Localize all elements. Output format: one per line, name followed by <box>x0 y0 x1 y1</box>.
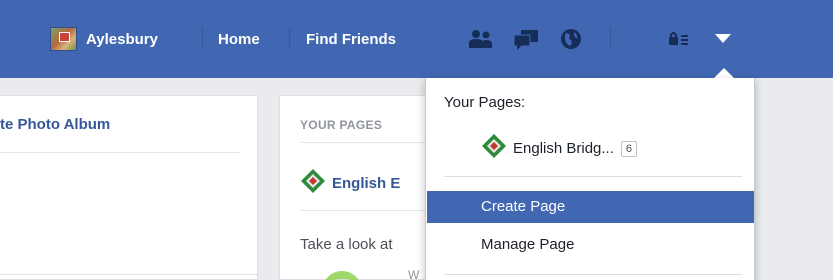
home-label: Home <box>218 30 260 48</box>
divider <box>444 274 742 275</box>
profile-link[interactable]: Aylesbury <box>50 26 158 52</box>
nav-separator <box>610 28 611 50</box>
profile-name: Aylesbury <box>86 30 158 48</box>
create-photo-album-link[interactable]: te Photo Album <box>0 116 110 133</box>
messages-icon[interactable] <box>511 26 541 52</box>
page-name: English E <box>332 175 401 192</box>
dropdown-page-name: English Bridg... <box>513 140 614 157</box>
dropdown-caret <box>714 68 734 78</box>
left-sidebar-card: te Photo Album <box>0 95 258 280</box>
divider <box>0 274 258 275</box>
partial-text: W <box>408 268 420 280</box>
notification-count-badge: 6 <box>620 140 638 157</box>
nav-separator <box>202 28 203 50</box>
your-pages-header: Your Pages: <box>444 94 526 111</box>
home-link[interactable]: Home <box>218 26 260 52</box>
find-friends-label: Find Friends <box>306 30 396 48</box>
suggestion-text: Take a look at <box>300 236 393 253</box>
page-logo-icon <box>300 168 326 199</box>
manage-page-menu-item[interactable]: Manage Page <box>427 229 754 261</box>
account-dropdown-menu: Your Pages: English Bridg... 6 Create Pa… <box>425 78 755 280</box>
page-link[interactable]: English E <box>300 168 400 199</box>
divider <box>0 152 240 153</box>
section-title: YOUR PAGES <box>300 118 383 132</box>
divider <box>444 176 742 177</box>
dropdown-page-item[interactable]: English Bridg... 6 <box>481 133 638 164</box>
privacy-lock-icon[interactable] <box>666 26 692 52</box>
divider <box>300 142 430 143</box>
divider <box>300 210 430 211</box>
top-navigation-bar: Aylesbury Home Find Friends <box>0 0 833 78</box>
notifications-globe-icon[interactable] <box>556 26 586 52</box>
page-logo-icon <box>481 133 507 164</box>
nav-separator <box>289 28 290 50</box>
friend-requests-icon[interactable] <box>466 26 496 52</box>
profile-avatar <box>50 27 77 51</box>
create-page-menu-item[interactable]: Create Page <box>427 191 754 223</box>
illustration-graphic <box>322 271 362 280</box>
account-menu-chevron-icon[interactable] <box>711 26 735 52</box>
find-friends-link[interactable]: Find Friends <box>306 26 396 52</box>
